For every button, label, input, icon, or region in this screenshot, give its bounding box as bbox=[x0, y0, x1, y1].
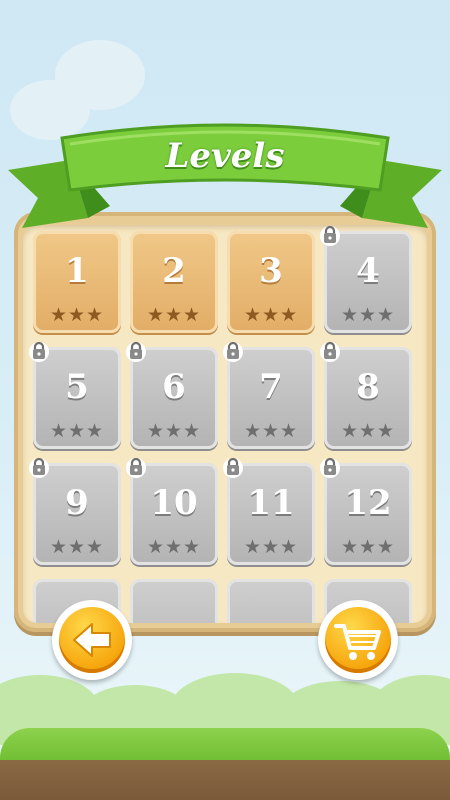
level-number: 5 bbox=[65, 367, 89, 407]
level-stars: ★★★ bbox=[243, 536, 299, 558]
level-stars: ★★★ bbox=[49, 304, 105, 326]
lock-icon bbox=[29, 457, 49, 478]
level-stars: ★★★ bbox=[146, 420, 202, 442]
lock-icon bbox=[126, 457, 146, 478]
lock-icon bbox=[29, 341, 49, 362]
level-stars: ★★★ bbox=[49, 536, 105, 558]
level-tile[interactable]: 9 ★★★ bbox=[29, 457, 121, 565]
level-number: 2 bbox=[162, 251, 186, 291]
level-tile[interactable]: 2 ★★★ bbox=[130, 231, 218, 333]
lock-icon bbox=[320, 457, 340, 478]
level-tile[interactable]: 1 ★★★ bbox=[33, 231, 121, 333]
lock-icon bbox=[223, 457, 243, 478]
level-stars: ★★★ bbox=[243, 304, 299, 326]
level-tile-partial[interactable] bbox=[227, 579, 315, 623]
level-tile[interactable]: 6 ★★★ bbox=[126, 341, 218, 449]
lock-icon bbox=[126, 341, 146, 362]
level-stars: ★★★ bbox=[340, 536, 396, 558]
level-number: 12 bbox=[344, 483, 392, 523]
level-number: 10 bbox=[150, 483, 198, 523]
level-stars: ★★★ bbox=[340, 304, 396, 326]
level-tile[interactable]: 3 ★★★ bbox=[227, 231, 315, 333]
level-number: 6 bbox=[162, 367, 186, 407]
level-tile[interactable]: 11 ★★★ bbox=[223, 457, 315, 565]
level-number: 4 bbox=[356, 251, 380, 291]
level-tile[interactable]: 4 ★★★ bbox=[320, 225, 412, 333]
level-tile[interactable]: 8 ★★★ bbox=[320, 341, 412, 449]
level-number: 3 bbox=[259, 251, 283, 291]
level-number: 9 bbox=[65, 483, 89, 523]
page-title: Levels bbox=[165, 136, 285, 176]
level-number: 8 bbox=[356, 367, 380, 407]
shopping-cart-icon bbox=[334, 624, 381, 660]
shop-button[interactable] bbox=[318, 600, 398, 680]
level-stars: ★★★ bbox=[146, 536, 202, 558]
level-number: 1 bbox=[65, 251, 89, 291]
level-grid-panel[interactable]: 1 ★★★ 2 ★★★ 3 ★★★ 4 ★★★ 5 ★★★ 6 ★★★ 7 ★★★ 8 ★★★ 9 ★★★ 10 ★★… bbox=[23, 225, 427, 623]
level-tile[interactable]: 10 ★★★ bbox=[126, 457, 218, 565]
lock-icon bbox=[320, 341, 340, 362]
level-stars: ★★★ bbox=[146, 304, 202, 326]
level-stars: ★★★ bbox=[49, 420, 105, 442]
level-number: 7 bbox=[259, 367, 283, 407]
level-tile[interactable]: 12 ★★★ bbox=[320, 457, 412, 565]
back-button[interactable] bbox=[52, 600, 132, 680]
lock-icon bbox=[223, 341, 243, 362]
arrow-left-icon bbox=[73, 623, 111, 657]
level-number: 11 bbox=[247, 483, 295, 523]
level-tile[interactable]: 7 ★★★ bbox=[223, 341, 315, 449]
level-tile-partial[interactable] bbox=[130, 579, 218, 623]
level-tile[interactable]: 5 ★★★ bbox=[29, 341, 121, 449]
level-stars: ★★★ bbox=[243, 420, 299, 442]
level-stars: ★★★ bbox=[340, 420, 396, 442]
ground bbox=[0, 660, 450, 800]
